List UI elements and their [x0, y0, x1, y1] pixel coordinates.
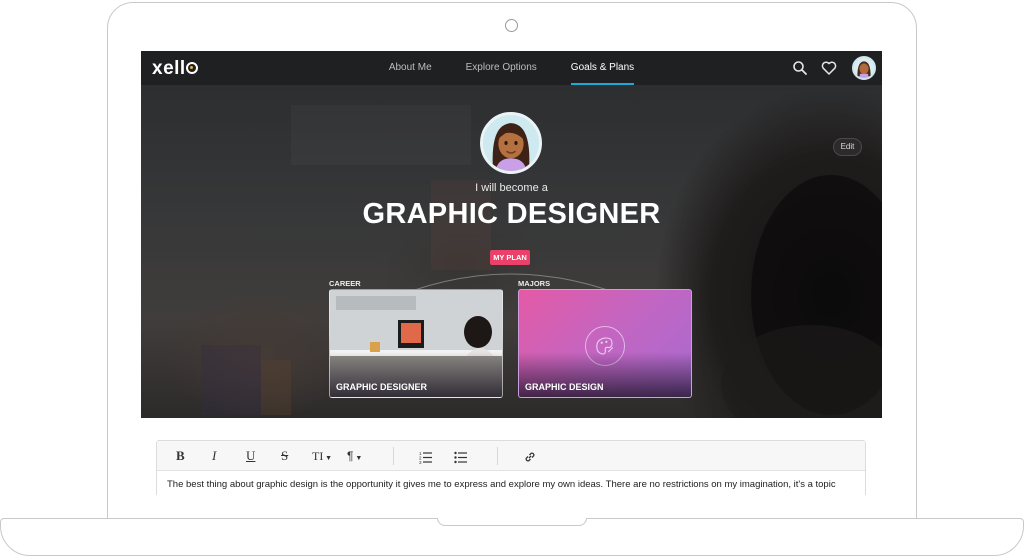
- user-avatar[interactable]: [852, 56, 876, 80]
- underline-button[interactable]: U: [246, 448, 255, 464]
- hero-title: GRAPHIC DESIGNER: [362, 198, 661, 230]
- majors-card-title: GRAPHIC DESIGN: [525, 382, 604, 392]
- logo-text: xell: [152, 58, 186, 79]
- xello-logo[interactable]: xell: [152, 58, 198, 80]
- rich-text-editor[interactable]: B I U S TI ▼ ¶ ▼ 1 2 3 The best thing ab…: [156, 440, 866, 495]
- majors-card[interactable]: GRAPHIC DESIGN: [518, 289, 692, 398]
- bullet-list-icon[interactable]: [454, 449, 468, 465]
- app-screen: About Me Explore Options Goals & Plans x…: [141, 51, 882, 495]
- italic-button[interactable]: I: [212, 448, 216, 464]
- nav-link-about-me[interactable]: About Me: [372, 51, 449, 85]
- chevron-down-icon: ▼: [353, 455, 363, 462]
- editor-content[interactable]: The best thing about graphic design is t…: [167, 479, 857, 490]
- hero-subtitle: I will become a: [475, 182, 548, 194]
- avatar-face-icon: [854, 58, 874, 78]
- nav-links: About Me Explore Options Goals & Plans: [141, 51, 882, 85]
- majors-label: MAJORS: [518, 279, 551, 288]
- ordered-list-icon[interactable]: 1 2 3: [419, 449, 433, 465]
- nav-link-explore-options[interactable]: Explore Options: [449, 51, 554, 85]
- laptop-camera: [505, 19, 518, 32]
- career-label: CAREER: [329, 279, 361, 288]
- top-nav: About Me Explore Options Goals & Plans x…: [141, 51, 882, 85]
- career-card[interactable]: GRAPHIC DESIGNER: [329, 289, 503, 398]
- editor-toolbar: B I U S TI ▼ ¶ ▼ 1 2 3: [157, 441, 865, 471]
- text-size-dropdown[interactable]: TI ▼: [312, 448, 332, 464]
- heart-icon[interactable]: [821, 60, 837, 76]
- hero-banner: Edit I will become a GRAPHIC DESIGNER MY…: [141, 85, 882, 418]
- paragraph-dropdown[interactable]: ¶ ▼: [347, 448, 362, 464]
- strikethrough-button[interactable]: S: [281, 448, 288, 464]
- link-icon[interactable]: [523, 449, 537, 465]
- edit-button[interactable]: Edit: [833, 138, 862, 156]
- text-size-label: TI: [312, 449, 324, 463]
- my-plan-badge: MY PLAN: [490, 250, 530, 265]
- laptop-base-notch: [437, 518, 587, 526]
- career-card-title: GRAPHIC DESIGNER: [336, 382, 428, 392]
- search-icon[interactable]: [792, 60, 808, 76]
- toolbar-separator: [393, 447, 394, 465]
- logo-o-icon: [185, 62, 198, 74]
- chevron-down-icon: ▼: [323, 454, 333, 462]
- toolbar-separator: [497, 447, 498, 465]
- bold-button[interactable]: B: [176, 448, 185, 464]
- profile-avatar[interactable]: [480, 112, 542, 174]
- svg-text:3: 3: [419, 460, 422, 465]
- nav-link-goals-plans[interactable]: Goals & Plans: [554, 51, 651, 85]
- avatar-face-icon: [483, 115, 539, 171]
